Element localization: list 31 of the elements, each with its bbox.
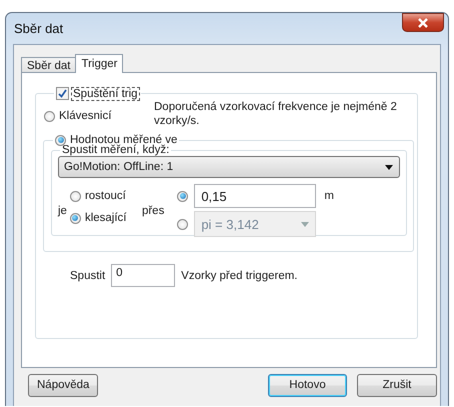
threshold-label: přes	[142, 204, 164, 216]
dropdown-arrow-icon	[301, 222, 310, 226]
close-button[interactable]	[402, 13, 444, 32]
tab[interactable]: Sběr dat	[21, 57, 76, 72]
radio-button[interactable]	[70, 190, 81, 202]
channel-dropdown[interactable]: Go!Motion: OffLine: 1	[58, 156, 400, 178]
threshold-field[interactable]: 0,15	[194, 184, 316, 208]
radio-label[interactable]: klesající	[84, 212, 126, 224]
radio-button[interactable]	[44, 110, 55, 122]
dropdown-arrow-icon	[385, 164, 393, 170]
pretrigger-suffix: Vzorky před triggerem.	[181, 270, 298, 282]
checkbox[interactable]	[56, 87, 69, 100]
checkbox-label[interactable]: Spuštění trig	[72, 88, 139, 100]
radio-label[interactable]: Klávesnicí	[59, 110, 112, 122]
radio-button[interactable]	[55, 134, 66, 146]
radio-button[interactable]	[70, 212, 81, 224]
dialog-button[interactable]: Nápověda	[28, 374, 98, 396]
pretrigger-label: Spustit	[70, 270, 106, 282]
radio-button[interactable]	[177, 190, 188, 202]
dialog-button[interactable]: Hotovo	[268, 374, 347, 396]
dialog-button[interactable]: Zrušit	[357, 374, 437, 396]
unit-label: m	[324, 190, 334, 202]
tab[interactable]: Trigger	[75, 54, 124, 73]
pretrigger-field[interactable]: 0	[111, 264, 176, 287]
note-text: Doporučená vzorkovací frekvence je nejméně 2 vzorky/s.	[154, 100, 398, 128]
radio-label[interactable]: rostoucí	[84, 190, 126, 202]
window-title: Sběr dat	[14, 21, 64, 36]
group-label: Spustit měření, když:	[62, 144, 170, 156]
direction-label: je	[58, 204, 67, 216]
close-icon	[417, 18, 429, 28]
radio-label[interactable]: Hodnotou měřené ve	[70, 134, 178, 146]
